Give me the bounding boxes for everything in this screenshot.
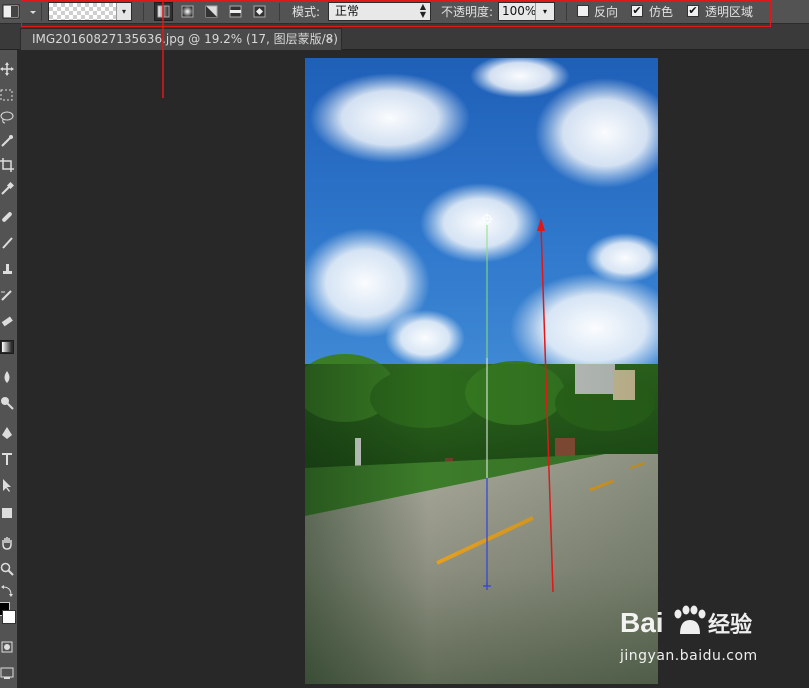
baidu-logo: Bai 经验: [620, 605, 752, 638]
annotation-arrows: [162, 0, 554, 593]
arrow-up-icon: [537, 218, 545, 231]
svg-text:经验: 经验: [708, 612, 752, 638]
svg-text:Bai: Bai: [620, 607, 664, 638]
annotation-arrow-line: [540, 225, 554, 593]
watermark-url: jingyan.baidu.com: [620, 648, 758, 664]
baidu-jingyan-watermark: Bai 经验 jingyan.baidu.com: [620, 600, 780, 670]
